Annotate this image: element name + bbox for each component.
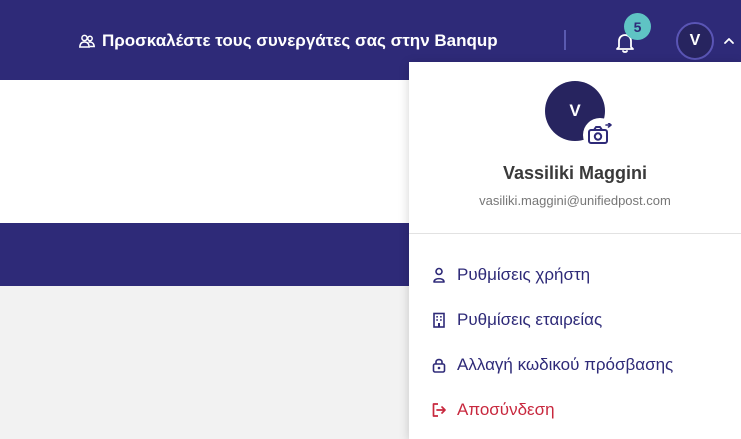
user-email: vasiliki.maggini@unifiedpost.com [479, 193, 671, 208]
user-dropdown-menu: V Vassiliki Maggini vasiliki.maggini@uni… [409, 62, 741, 439]
building-icon [433, 312, 445, 328]
menu-item-logout[interactable]: Αποσύνδεση [409, 387, 741, 432]
user-icon [433, 267, 445, 283]
chevron-up-icon[interactable] [722, 34, 736, 48]
menu-item-label: Αλλαγή κωδικού πρόσβασης [457, 354, 674, 374]
lock-icon [432, 358, 446, 373]
menu-item-label: Ρυθμίσεις εταιρείας [457, 309, 603, 329]
invite-text: Προσκαλέστε τους συνεργάτες σας στην Ban… [102, 31, 498, 50]
menu-item-company-settings[interactable]: Ρυθμίσεις εταιρείας [409, 297, 741, 342]
dropdown-menu-list: Ρυθμίσεις χρήστη Ρυθμίσεις εταιρείας Αλλ… [409, 252, 741, 432]
menu-item-label: Αποσύνδεση [457, 399, 555, 419]
dropdown-divider [409, 233, 741, 234]
logout-icon [432, 402, 446, 417]
header-divider [564, 30, 566, 50]
invite-colleagues-link[interactable]: Προσκαλέστε τους συνεργάτες σας στην Ban… [78, 28, 498, 54]
camera-icon [588, 123, 612, 144]
user-name: Vassiliki Maggini [502, 163, 648, 183]
notification-badge: 5 [624, 13, 651, 40]
menu-item-label: Ρυθμίσεις χρήστη [457, 264, 591, 284]
users-icon [79, 34, 95, 48]
change-photo-button[interactable] [583, 118, 617, 152]
user-avatar-button[interactable]: V [676, 22, 714, 60]
menu-item-user-settings[interactable]: Ρυθμίσεις χρήστη [409, 252, 741, 297]
menu-item-change-password[interactable]: Αλλαγή κωδικού πρόσβασης [409, 342, 741, 387]
